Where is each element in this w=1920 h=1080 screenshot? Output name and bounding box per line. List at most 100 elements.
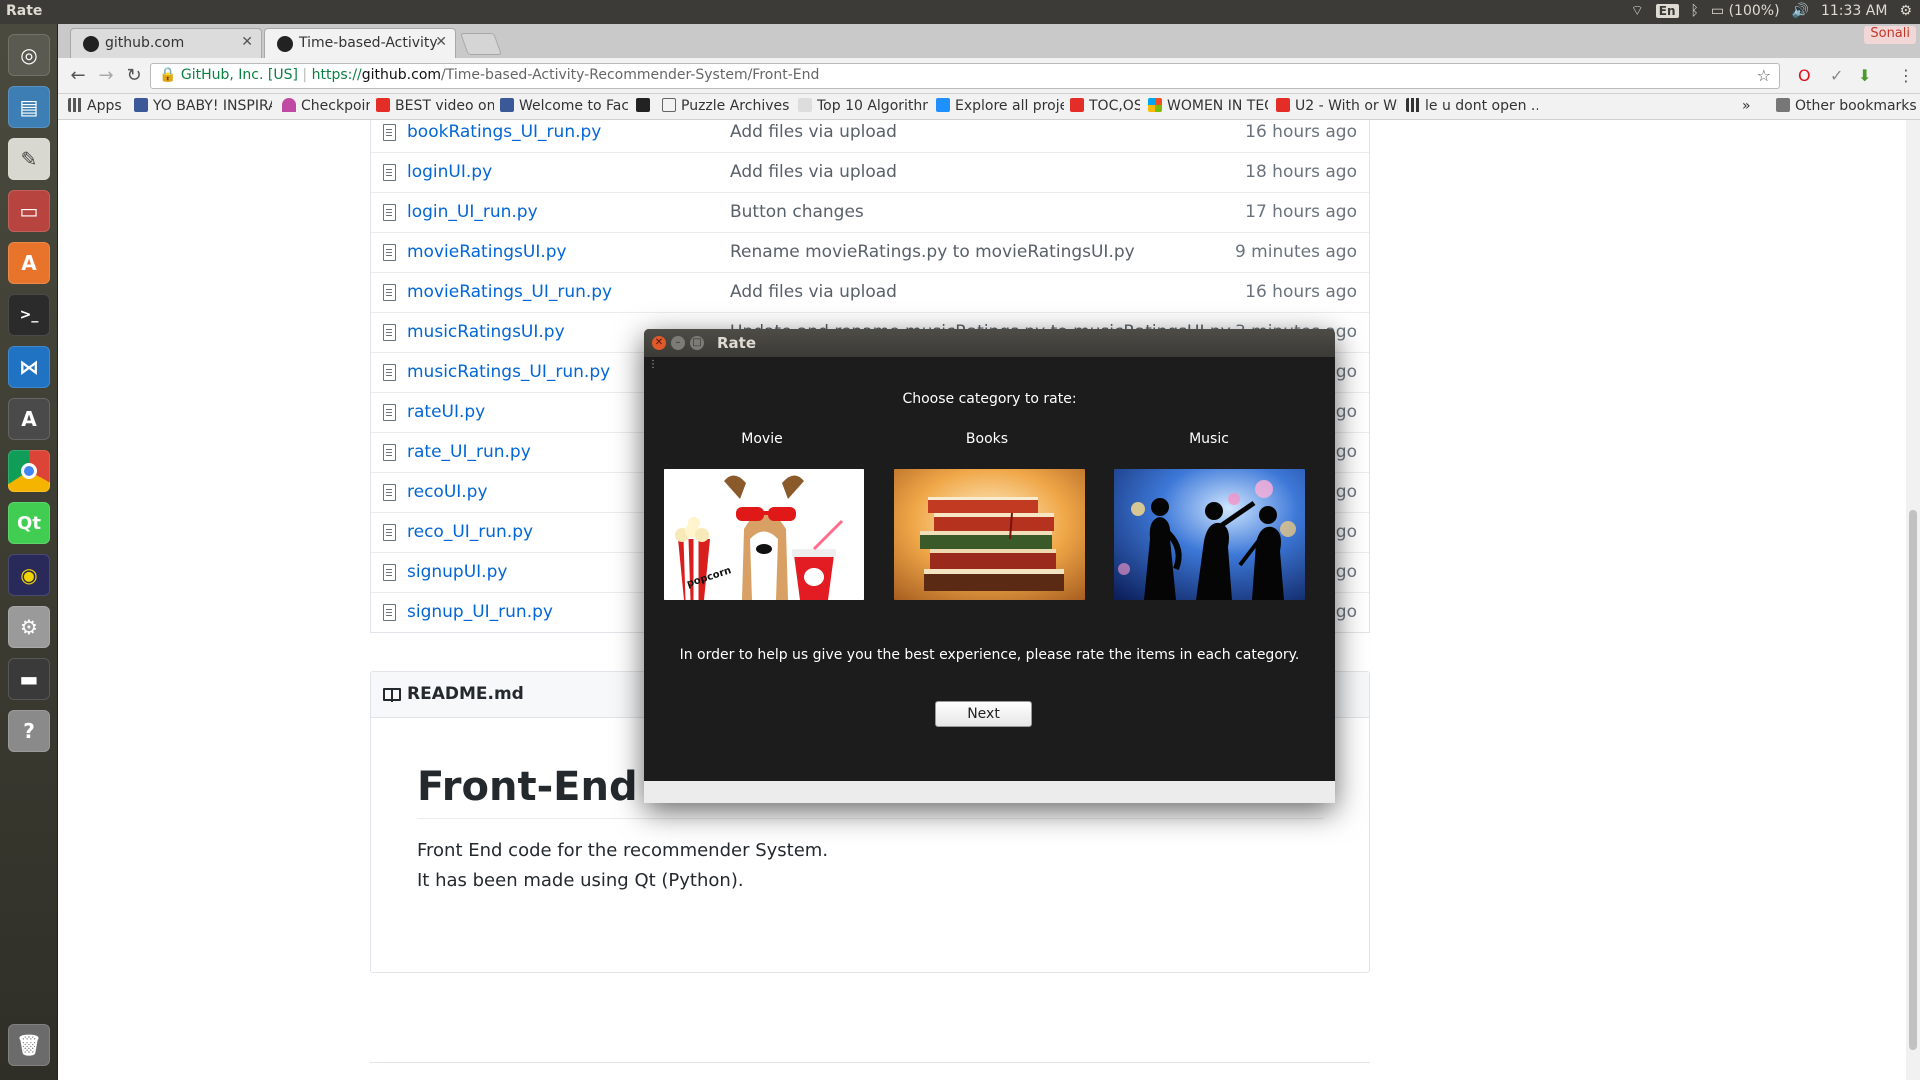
bookmark-welcome-facebook[interactable]: Welcome to Faceb [500,98,628,114]
file-name-link[interactable]: rateUI.py [407,402,485,422]
file-name-link[interactable]: movieRatings_UI_run.py [407,282,612,302]
text-editor-icon[interactable]: ✎ [8,138,50,180]
star-icon[interactable]: ☆ [1757,66,1771,85]
file-name-link[interactable]: loginUI.py [407,162,492,182]
menu-handle-icon[interactable]: ⋮ [648,359,658,370]
next-button[interactable]: Next [935,701,1032,727]
tab-time-based-activity[interactable]: Time-based-Activity ✕ [264,28,456,58]
file-name-link[interactable]: rate_UI_run.py [407,442,531,462]
music-category-button[interactable] [1114,469,1305,600]
bookmark-explore-projects[interactable]: Explore all project [936,98,1064,114]
gear-icon[interactable]: ⚙ [1899,3,1912,19]
minimize-icon[interactable]: – [671,336,685,350]
bookmark-best-video[interactable]: BEST video on Ho [376,98,494,114]
commit-age: 17 hours ago [1245,202,1357,222]
battery-indicator[interactable]: ▭ (100%) [1711,3,1780,19]
bookmark-label: WOMEN IN TECH [1167,98,1268,114]
file-icon [383,324,396,341]
close-icon[interactable]: ✕ [241,34,253,50]
file-icon [383,284,396,301]
file-icon [383,164,396,181]
qt-creator-icon[interactable]: Qt [8,502,50,544]
wifi-icon[interactable]: ⌔ [1631,2,1644,20]
file-name-link[interactable]: signup_UI_run.py [407,602,553,622]
dialog-title: Rate [717,334,757,352]
headphones-icon[interactable]: ◉ [8,554,50,596]
help-icon[interactable]: ? [8,710,50,752]
terminal-icon[interactable]: >_ [8,294,50,336]
commit-message-link[interactable]: Add files via upload [730,162,897,182]
software-updater-icon[interactable]: A [8,398,50,440]
close-icon[interactable]: ✕ [435,34,447,50]
new-tab-button[interactable] [459,33,503,55]
commit-message-link[interactable]: Button changes [730,202,864,222]
bookmark-other-bookmarks[interactable]: Other bookmarks [1776,98,1918,114]
bookmark-label: U2 - With or Witho [1295,98,1398,114]
file-icon [383,124,396,141]
bookmark-toc-os[interactable]: TOC,OS [1070,98,1140,114]
back-icon[interactable]: ← [66,64,90,88]
maximize-icon[interactable]: □ [690,336,704,350]
file-icon [383,444,396,461]
address-bar[interactable]: 🔒 GitHub, Inc. [US] | https://github.com… [150,63,1780,89]
github-icon [277,36,293,52]
bookmark-u2[interactable]: U2 - With or Witho [1276,98,1398,114]
file-name-link[interactable]: login_UI_run.py [407,202,538,222]
bookmark-le-u-dont-open[interactable]: le u dont open ...i v [1406,98,1538,114]
files-icon[interactable]: ▤ [8,86,50,128]
secure-label: GitHub, Inc. [US] [180,67,298,83]
ubuntu-dash-icon[interactable]: ◎ [8,34,50,76]
file-name-link[interactable]: recoUI.py [407,482,488,502]
check-icon[interactable]: ✓ [1830,66,1843,85]
vscode-icon[interactable]: ⋈ [8,346,50,388]
commit-message-link[interactable]: Rename movieRatings.py to movieRatingsUI… [730,242,1135,262]
url-host: github.com [361,67,442,83]
reload-icon[interactable]: ↻ [122,64,146,88]
drive-icon[interactable]: ▬ [8,658,50,700]
bookmark-puzzle-archives[interactable]: Puzzle Archives - ( [662,98,790,114]
books-label: Books [965,431,1009,447]
commit-message-link[interactable]: Add files via upload [730,282,897,302]
chrome-icon[interactable] [8,450,50,492]
system-settings-icon[interactable]: ⚙ [8,606,50,648]
opera-icon[interactable]: O [1798,66,1811,85]
bookmark-top-10-algorithms[interactable]: Top 10 Algorithms [798,98,928,114]
profile-badge[interactable]: Sonali [1864,26,1916,44]
bluetooth-icon[interactable]: ᛒ [1691,3,1699,19]
trash-icon[interactable]: 🗑 [8,1024,50,1066]
bookmark-yo-baby[interactable]: YO BABY! INSPIRA [134,98,272,114]
movie-category-button[interactable]: popcorn [664,469,864,600]
clock[interactable]: 11:33 AM [1821,3,1887,19]
book-stack-picture [894,469,1085,600]
download-icon[interactable]: ⬇ [1858,66,1871,85]
bookmark-women-in-tech[interactable]: WOMEN IN TECH [1148,98,1268,114]
file-name-link[interactable]: movieRatingsUI.py [407,242,567,262]
bookmarks-overflow-button[interactable]: » [1742,98,1751,114]
bookmark-checkpoint[interactable]: Checkpoint [282,98,370,114]
dialog-titlebar[interactable]: ✕ – □ Rate [644,329,1335,357]
file-icon [383,604,396,621]
forward-icon[interactable]: → [94,64,118,88]
tab-github[interactable]: github.com ✕ [70,28,262,58]
bookmark-apps[interactable]: Apps [68,98,130,114]
file-name-link[interactable]: bookRatings_UI_run.py [407,122,601,142]
file-icon [383,364,396,381]
bookmark-label: TOC,OS [1089,98,1140,114]
commit-message-link[interactable]: Add files via upload [730,122,897,142]
archive-icon[interactable]: ▭ [8,190,50,232]
books-category-button[interactable] [894,469,1085,600]
choose-category-prompt: Choose category to rate: [902,391,1077,407]
bookmark-tp[interactable] [636,98,656,114]
active-app-title: Rate [6,3,43,19]
page-scrollbar[interactable] [1906,120,1920,1080]
close-icon[interactable]: ✕ [652,336,666,350]
scrollbar-thumb[interactable] [1909,510,1917,1050]
file-name-link[interactable]: reco_UI_run.py [407,522,533,542]
software-center-icon[interactable]: A [8,242,50,284]
menu-icon[interactable]: ⋮ [1898,66,1914,85]
file-name-link[interactable]: musicRatings_UI_run.py [407,362,610,382]
volume-icon[interactable]: 🔊 [1792,3,1809,19]
file-name-link[interactable]: signupUI.py [407,562,507,582]
file-name-link[interactable]: musicRatingsUI.py [407,322,565,342]
keyboard-language-indicator[interactable]: En [1655,4,1679,18]
